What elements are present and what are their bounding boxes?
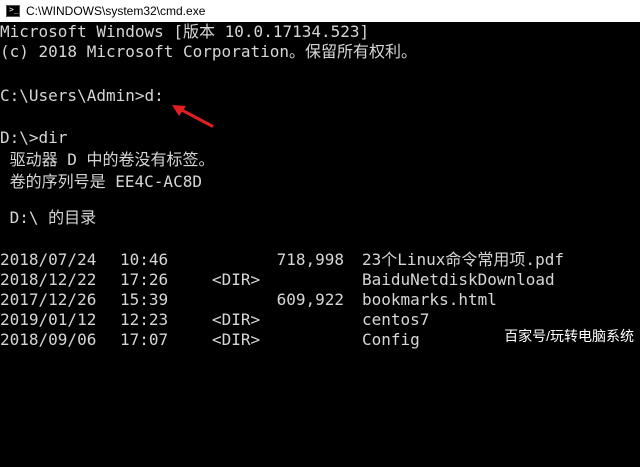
- dir-entry-row: 2018/12/22 17:26 <DIR> BaiduNetdiskDownl…: [0, 270, 640, 290]
- title-bar[interactable]: >_ C:\WINDOWS\system32\cmd.exe: [0, 0, 640, 22]
- entry-time: 17:07: [120, 330, 169, 349]
- console-line: 卷的序列号是 EE4C-AC8D: [0, 172, 202, 191]
- entry-name: 23个Linux命令常用项.pdf: [362, 250, 564, 269]
- red-arrow-annotation: [172, 105, 214, 128]
- entry-date: 2017/12/26: [0, 290, 97, 309]
- entry-time: 12:23: [120, 310, 169, 329]
- console-line: D:\ 的目录: [0, 208, 97, 227]
- dir-entry-row: 2017/12/26 15:39 609,922 bookmarks.html: [0, 290, 640, 310]
- window-title: C:\WINDOWS\system32\cmd.exe: [26, 4, 206, 18]
- entry-time: 17:26: [120, 270, 169, 289]
- console-line: C:\Users\Admin>d:: [0, 86, 164, 105]
- console-line: D:\>dir: [0, 128, 68, 147]
- console-line: (c) 2018 Microsoft Corporation。保留所有权利。: [0, 42, 417, 61]
- entry-date: 2018/07/24: [0, 250, 97, 269]
- console-line: 驱动器 D 中的卷没有标签。: [0, 150, 215, 169]
- entry-name: BaiduNetdiskDownload: [362, 270, 555, 289]
- entry-dir-tag: <DIR>: [212, 270, 261, 289]
- entry-dir-tag: <DIR>: [212, 310, 261, 329]
- console-line: Microsoft Windows [版本 10.0.17134.523]: [0, 22, 370, 41]
- entry-time: 10:46: [120, 250, 169, 269]
- entry-name: bookmarks.html: [362, 290, 497, 309]
- entry-time: 15:39: [120, 290, 169, 309]
- entry-name: Config: [362, 330, 420, 349]
- entry-size: 718,998: [276, 250, 344, 269]
- console-output[interactable]: Microsoft Windows [版本 10.0.17134.523] (c…: [0, 22, 640, 354]
- entry-date: 2018/09/06: [0, 330, 97, 349]
- entry-size: 609,922: [276, 290, 344, 309]
- dir-entry-row: 2018/07/24 10:46 718,998 23个Linux命令常用项.p…: [0, 250, 640, 270]
- arrow-shaft: [176, 106, 214, 128]
- cmd-icon: >_: [6, 5, 20, 17]
- entry-name: centos7: [362, 310, 430, 329]
- entry-date: 2018/12/22: [0, 270, 97, 289]
- watermark: 百家号/玩转电脑系统: [504, 328, 634, 344]
- entry-dir-tag: <DIR>: [212, 330, 261, 349]
- entry-date: 2019/01/12: [0, 310, 97, 329]
